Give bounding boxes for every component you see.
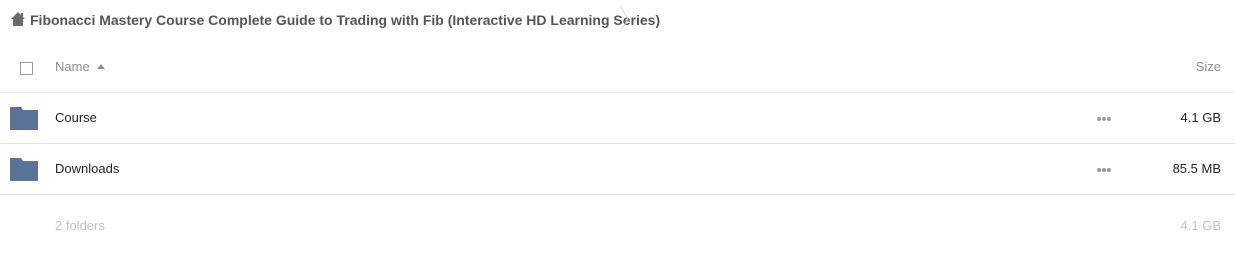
row-size: 85.5 MB [1172, 161, 1221, 176]
row-name[interactable]: Course [55, 110, 97, 125]
table-header: Name Size [0, 41, 1235, 93]
row-size: 4.1 GB [1180, 110, 1221, 125]
chevron-right-icon [619, 5, 629, 33]
name-column-label: Name [55, 59, 90, 74]
select-all-checkbox[interactable] [20, 62, 33, 75]
size-column-header[interactable]: Size [1196, 59, 1221, 74]
table-row[interactable]: Downloads 85.5 MB [0, 144, 1235, 195]
more-options-icon[interactable] [1096, 167, 1112, 173]
sort-ascending-icon [96, 64, 105, 69]
breadcrumb: Fibonacci Mastery Course Complete Guide … [0, 0, 1235, 40]
home-icon[interactable] [10, 11, 26, 27]
breadcrumb-current-folder[interactable]: Fibonacci Mastery Course Complete Guide … [30, 12, 660, 28]
row-name[interactable]: Downloads [55, 161, 119, 176]
name-column-header[interactable]: Name [55, 59, 105, 74]
folder-count: 2 folders [55, 218, 105, 233]
total-size: 4.1 GB [1180, 218, 1221, 233]
table-row[interactable]: Course 4.1 GB [0, 93, 1235, 144]
more-options-icon[interactable] [1096, 116, 1112, 122]
table-footer: 2 folders 4.1 GB [0, 195, 1235, 255]
folder-icon [10, 158, 38, 181]
folder-icon [10, 107, 38, 130]
